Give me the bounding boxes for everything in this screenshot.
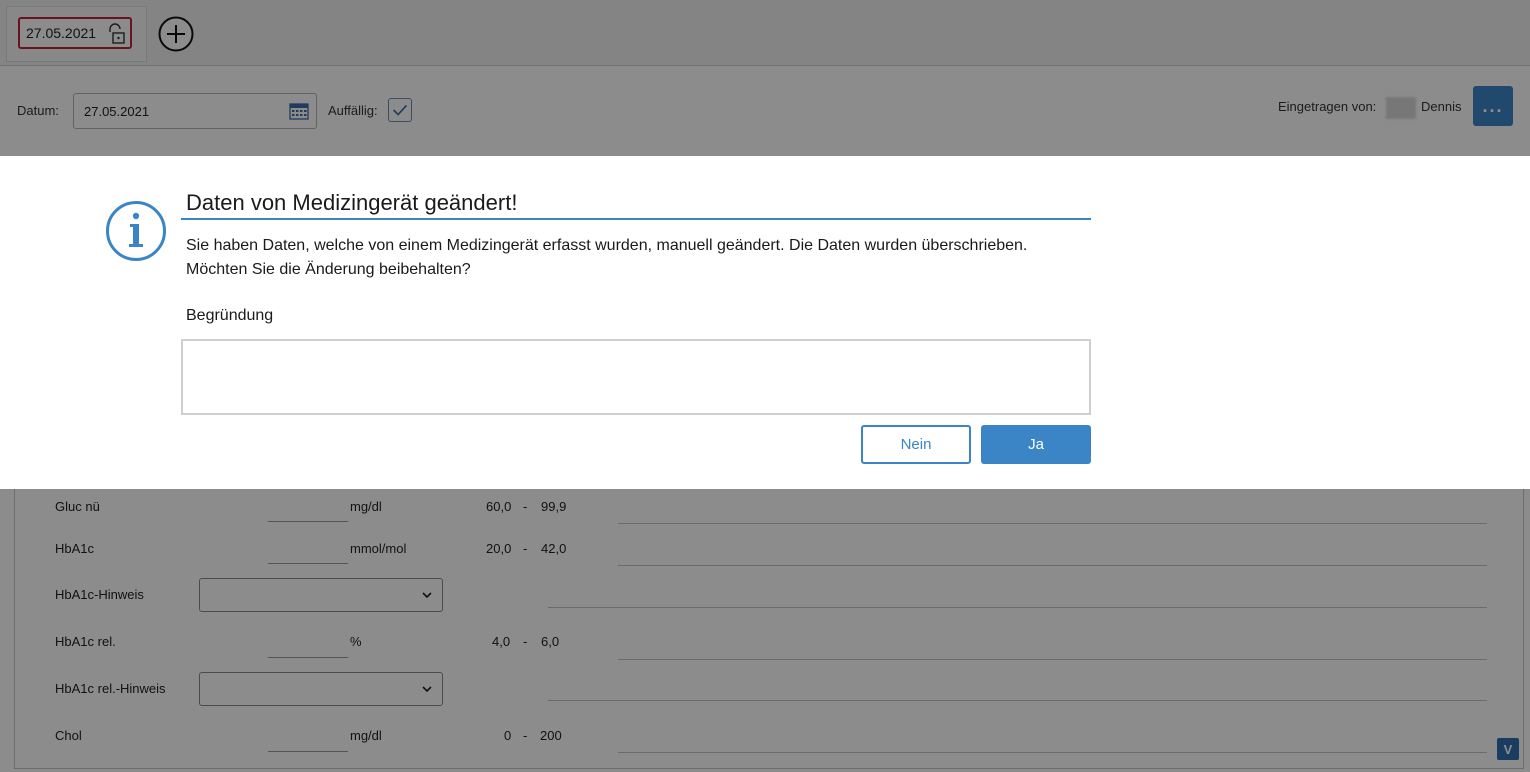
dialog-title-divider: [181, 218, 1091, 220]
dialog-title: Daten von Medizingerät geändert!: [186, 190, 518, 215]
info-icon: [106, 201, 166, 261]
reason-input[interactable]: [181, 339, 1091, 415]
dialog-message: Sie haben Daten, welche von einem Medizi…: [186, 237, 1028, 278]
no-button[interactable]: Nein: [861, 425, 971, 464]
yes-button[interactable]: Ja: [981, 425, 1091, 464]
reason-label: Begründung: [186, 307, 274, 324]
app-window: 27.05.2021 Datum: 27.05.2021 Auffällig: …: [0, 0, 1530, 772]
